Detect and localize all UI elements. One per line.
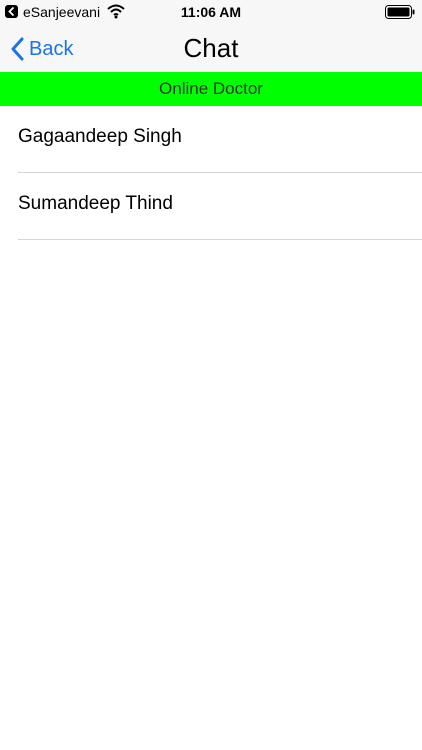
doctor-name: Gagaandeep Singh [18,126,182,147]
doctor-list: Gagaandeep Singh Sumandeep Thind [0,106,422,240]
online-doctor-banner: Online Doctor [0,72,422,106]
battery-icon [385,5,415,19]
navigation-bar: Back Chat [0,26,422,72]
divider [18,239,422,240]
list-item[interactable]: Gagaandeep Singh [0,106,422,173]
status-bar: eSanjeevani 11:06 AM [0,0,422,26]
doctor-name: Sumandeep Thind [18,193,173,214]
list-item[interactable]: Sumandeep Thind [0,173,422,240]
status-time: 11:06 AM [180,4,242,20]
banner-label: Online Doctor [159,79,263,98]
page-title: Chat [183,33,239,63]
